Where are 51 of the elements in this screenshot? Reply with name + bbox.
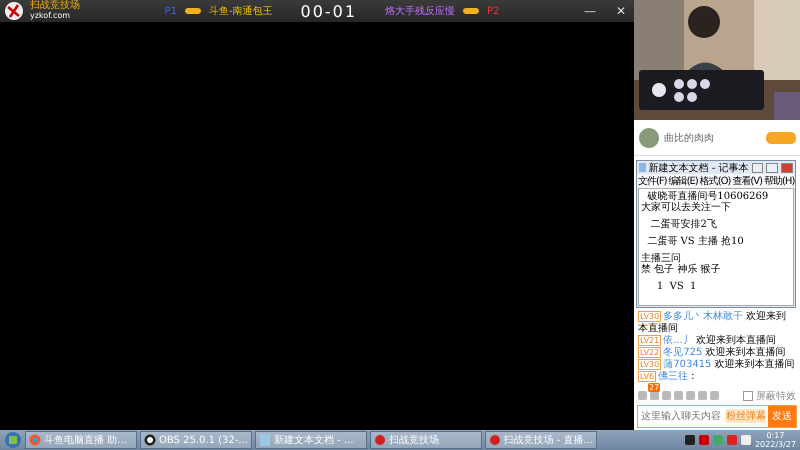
score: 00-01: [300, 2, 358, 20]
send-button[interactable]: 发送: [768, 406, 796, 427]
maximize-button[interactable]: [766, 162, 778, 172]
app-icon: [489, 434, 500, 446]
clock-date: 2022/3/27: [754, 440, 796, 449]
text-paragraph: 破晓哥直播间号10606269 大家可以去关注一下: [641, 191, 770, 213]
logo-url: yzkof.com: [30, 11, 72, 21]
text-paragraph: 主播三问 禁 包子 神乐 猴子: [641, 253, 722, 275]
checkbox-label: 屏蔽特效: [756, 390, 796, 403]
minimize-button[interactable]: [752, 162, 764, 172]
tray-icon[interactable]: [684, 435, 695, 445]
player-name: 斗鱼-南通包王: [208, 4, 273, 18]
app-icon: [374, 434, 386, 446]
avatar-icon: [638, 126, 660, 149]
menu-item[interactable]: 编辑(E): [668, 174, 698, 188]
app-icon: [259, 434, 271, 446]
menu-item[interactable]: 查看(V): [732, 174, 762, 188]
tray-icon[interactable]: [740, 435, 751, 445]
taskbar-button[interactable]: 扫战竞技场 - 直播...: [485, 431, 597, 449]
chat-message: LV21 依...丿 欢迎来到本直播间: [638, 334, 777, 346]
player-tag: P2: [487, 6, 500, 16]
taskbar-button[interactable]: 扫战竞技场: [370, 431, 482, 449]
clock-time: 0:17: [766, 431, 784, 440]
window-title: 新建文本文档 - 记事本: [648, 162, 749, 174]
app-icon: [29, 434, 41, 446]
taskbar-button[interactable]: 斗鱼电脑直播 助...: [25, 431, 137, 449]
chat-box[interactable]: 这里输入聊天内容 粉丝弹幕 发送: [637, 404, 797, 428]
fan-chip[interactable]: 粉丝弹幕: [726, 409, 766, 424]
checkbox[interactable]: [743, 390, 753, 401]
player-name: 烙大手残反应慢: [385, 4, 456, 18]
menu-item[interactable]: 文件(F): [638, 174, 667, 188]
anchor-name: 曲比的肉肉: [664, 132, 715, 145]
start-button[interactable]: [4, 431, 22, 449]
player-tag: P1: [164, 6, 177, 16]
gift-count-badge: 27: [648, 382, 660, 392]
chat-message: LV22 冬见725 欢迎来到本直播间: [638, 346, 786, 358]
menu-item[interactable]: 帮助(H): [764, 174, 794, 188]
chat-message: LV30 蒲703415 欢迎来到本直播间: [638, 358, 796, 370]
minimize-button[interactable]: —: [584, 4, 596, 18]
chat-message: LV6 佛三往 :: [638, 370, 696, 383]
menu-item[interactable]: 格式(O): [700, 174, 730, 188]
notepad-icon: [639, 163, 646, 172]
chat-message: LV30 多多儿丶木林敢干 欢迎来到本直播间: [638, 310, 788, 334]
taskbar-button[interactable]: 新建文本文档 - ...: [255, 431, 367, 449]
close-button[interactable]: ✕: [616, 4, 626, 18]
text-paragraph: 二蛋哥 VS 主播 抢10: [646, 236, 745, 247]
text-paragraph: 二蛋哥安排2飞: [650, 219, 718, 230]
taskbar-button[interactable]: OBS 25.0.1 (32-...: [140, 431, 252, 449]
close-button[interactable]: [781, 162, 793, 172]
text-paragraph: 1 VS 1: [656, 281, 698, 292]
app-icon: [144, 434, 156, 446]
